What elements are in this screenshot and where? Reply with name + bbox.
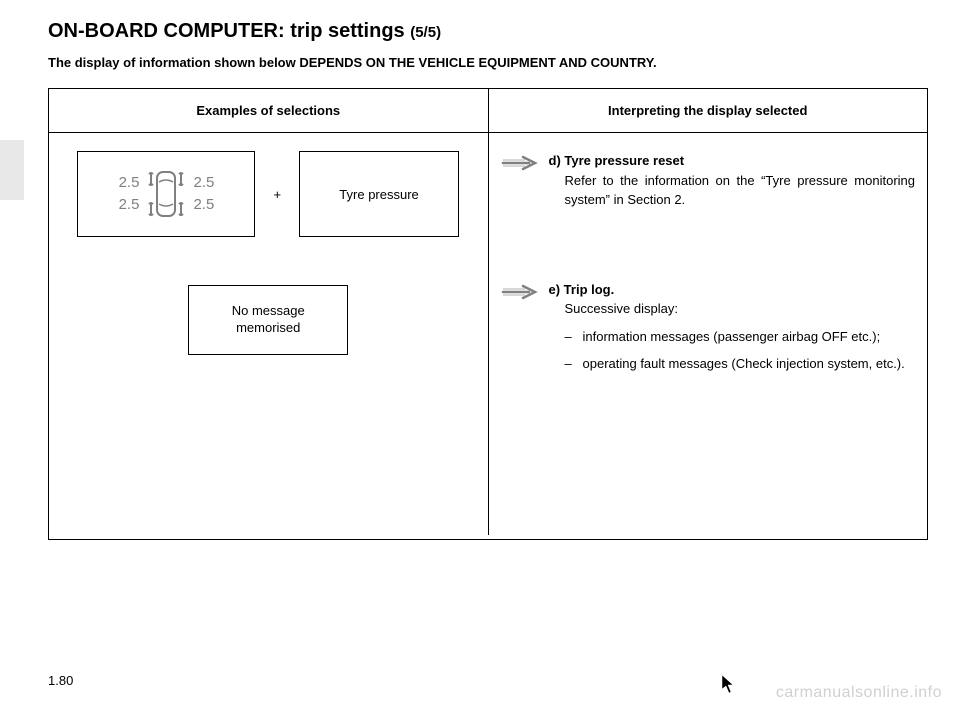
table-body: 2.5 2.5 2.5 <box>49 133 927 535</box>
tyre-pressure-row: 2.5 2.5 2.5 <box>61 151 476 237</box>
message-row: No message memorised <box>61 285 476 355</box>
entry-d-text: Refer to the information on the “Tyre pr… <box>549 171 916 210</box>
page-number: 1.80 <box>48 673 73 688</box>
table-header: Examples of selections Interpreting the … <box>49 89 927 133</box>
msg-line1: No message <box>232 303 305 318</box>
list-item: information messages (passenger airbag O… <box>565 327 905 347</box>
tyre-pressure-label-box: Tyre pressure <box>299 151 459 237</box>
interpreting-column: d) Tyre pressure reset Refer to the info… <box>489 133 928 535</box>
entry-e-list: information messages (passenger airbag O… <box>549 327 905 374</box>
examples-column: 2.5 2.5 2.5 <box>49 133 489 535</box>
arrow-right-icon <box>501 284 539 300</box>
tyre-values-left: 2.5 2.5 <box>119 172 140 217</box>
settings-table: Examples of selections Interpreting the … <box>48 88 928 540</box>
watermark: carmanualsonline.info <box>776 684 942 702</box>
arrow-right-icon <box>501 155 539 171</box>
entry-e: e) Trip log. Successive display: informa… <box>501 280 916 374</box>
list-item: operating fault messages (Check injectio… <box>565 354 905 374</box>
tyre-values-right: 2.5 2.5 <box>193 172 214 217</box>
tyre-fr: 2.5 <box>193 172 214 195</box>
tyre-pressure-display: 2.5 2.5 2.5 <box>77 151 255 237</box>
msg-line2: memorised <box>236 320 300 335</box>
entry-e-sub: Successive display: <box>549 299 905 319</box>
header-examples: Examples of selections <box>49 89 489 132</box>
title-sub: (5/5) <box>410 24 441 41</box>
entry-e-label: e) Trip log. <box>549 280 905 300</box>
no-message-box: No message memorised <box>188 285 348 355</box>
tyre-pressure-label: Tyre pressure <box>339 187 418 202</box>
page-title: ON-BOARD COMPUTER: trip settings (5/5) <box>48 20 930 43</box>
dependency-note: The display of information shown below D… <box>48 55 930 70</box>
entry-d: d) Tyre pressure reset Refer to the info… <box>501 151 916 210</box>
entry-d-label: d) Tyre pressure reset <box>549 151 916 171</box>
car-top-icon <box>145 166 187 222</box>
tyre-fl: 2.5 <box>119 172 140 195</box>
plus-sign: + <box>263 187 291 202</box>
tyre-rl: 2.5 <box>119 194 140 217</box>
entry-d-body: d) Tyre pressure reset Refer to the info… <box>549 151 916 210</box>
header-interpreting: Interpreting the display selected <box>489 89 928 132</box>
entry-e-body: e) Trip log. Successive display: informa… <box>549 280 905 374</box>
title-main: ON-BOARD COMPUTER: trip settings <box>48 20 410 42</box>
side-tab <box>0 140 24 200</box>
cursor-icon <box>721 674 735 694</box>
tyre-rr: 2.5 <box>193 194 214 217</box>
